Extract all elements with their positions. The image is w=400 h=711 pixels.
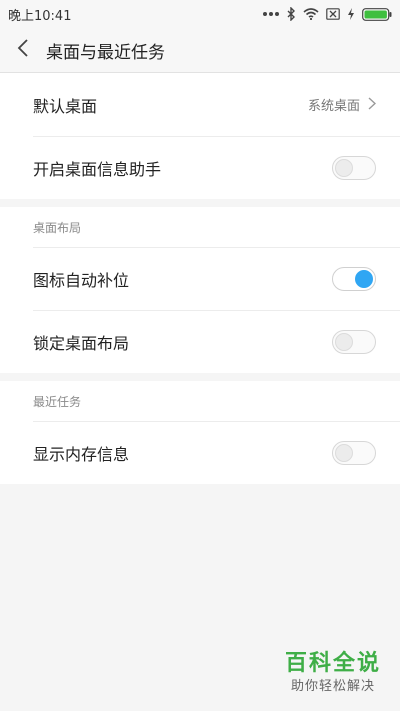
- page-title: 桌面与最近任务: [46, 42, 165, 63]
- auto-fill-label: 图标自动补位: [33, 270, 130, 290]
- chevron-right-icon: [368, 95, 377, 114]
- sim-off-icon: [326, 8, 340, 20]
- section-divider: [0, 373, 400, 381]
- toggle-knob: [335, 332, 353, 351]
- lock-layout-row: 锁定桌面布局: [0, 310, 400, 373]
- show-memory-toggle[interactable]: [332, 440, 376, 465]
- battery-icon: [362, 7, 392, 21]
- default-launcher-label: 默认桌面: [33, 96, 98, 116]
- status-bar: 晚上10:41: [0, 0, 400, 28]
- watermark-subtitle: 助你轻松解决: [290, 679, 375, 694]
- watermark-title: 百科全说: [284, 651, 381, 676]
- toggle-knob: [335, 158, 353, 177]
- chevron-left-icon: [17, 39, 29, 61]
- bluetooth-icon: [287, 7, 296, 21]
- show-memory-row: 显示内存信息: [0, 421, 400, 484]
- default-launcher-row[interactable]: 默认桌面 系统桌面: [0, 73, 400, 136]
- toggle-knob: [335, 443, 353, 462]
- auto-fill-toggle[interactable]: [332, 266, 376, 291]
- launcher-assistant-row: 开启桌面信息助手: [0, 136, 400, 199]
- show-memory-label: 显示内存信息: [33, 444, 130, 464]
- launcher-assistant-toggle[interactable]: [332, 155, 376, 180]
- layout-section: 桌面布局 图标自动补位 锁定桌面布局: [0, 207, 400, 373]
- default-launcher-value: 系统桌面: [307, 99, 360, 114]
- lock-layout-toggle[interactable]: [332, 329, 376, 354]
- wifi-icon: [303, 8, 319, 20]
- status-time: 晚上10:41: [8, 8, 72, 24]
- back-button[interactable]: [0, 28, 46, 73]
- recents-section-header: 最近任务: [33, 394, 82, 409]
- launcher-section: 默认桌面 系统桌面 开启桌面信息助手: [0, 73, 400, 199]
- lock-layout-label: 锁定桌面布局: [33, 333, 130, 353]
- title-bar: 桌面与最近任务: [0, 28, 400, 73]
- launcher-assistant-label: 开启桌面信息助手: [33, 159, 162, 179]
- dots-icon: [262, 11, 280, 17]
- auto-fill-row: 图标自动补位: [0, 247, 400, 310]
- watermark-logo: 百科全说 助你轻松解决: [274, 651, 392, 703]
- status-icons: [262, 7, 392, 21]
- recents-section: 最近任务 显示内存信息: [0, 381, 400, 484]
- layout-section-header: 桌面布局: [33, 220, 82, 235]
- charging-icon: [347, 8, 355, 20]
- section-divider: [0, 199, 400, 207]
- toggle-knob: [355, 269, 373, 288]
